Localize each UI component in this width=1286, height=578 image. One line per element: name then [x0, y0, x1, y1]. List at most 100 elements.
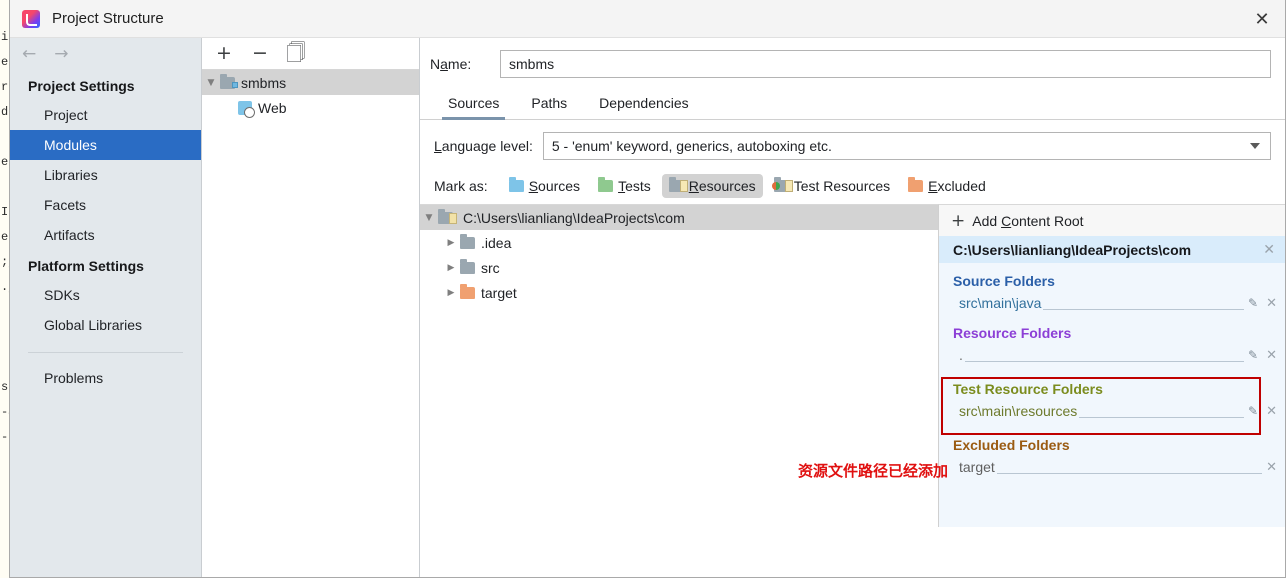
- minus-icon[interactable]: −: [250, 44, 270, 64]
- pencil-icon[interactable]: ✎: [1248, 348, 1258, 362]
- excluded-folder-path: target: [959, 459, 995, 475]
- sidebar-item-project[interactable]: Project: [10, 100, 201, 130]
- mark-as-tests-button[interactable]: Tests: [591, 174, 658, 198]
- resource-folder-entry[interactable]: . ✎ ✕: [939, 343, 1285, 367]
- content-tree-row-src[interactable]: ▶ src: [420, 255, 938, 280]
- mark-as-test-resources-button[interactable]: Test Resources: [767, 174, 897, 198]
- folder-blue-icon: [508, 177, 524, 192]
- settings-sidebar: ← → Project Settings Project Modules Lib…: [10, 38, 202, 577]
- pencil-icon[interactable]: ✎: [1248, 404, 1258, 418]
- module-name-row: Name:: [420, 38, 1285, 86]
- close-icon[interactable]: ✕: [1266, 460, 1277, 475]
- folder-green-icon: [598, 177, 614, 192]
- arrow-right-icon[interactable]: →: [54, 44, 68, 64]
- sidebar-group-project-settings: Project Settings: [28, 78, 135, 94]
- module-settings-panel: Name: Sources Paths Dependencies Languag…: [420, 38, 1285, 577]
- pencil-icon[interactable]: ✎: [1248, 296, 1258, 310]
- mark-as-tests-label: Tests: [618, 178, 651, 194]
- source-folder-entry[interactable]: src\main\java ✎ ✕: [939, 291, 1285, 315]
- chevron-right-icon[interactable]: ▶: [442, 263, 460, 273]
- sidebar-item-sdks[interactable]: SDKs: [10, 280, 201, 310]
- sidebar-item-modules[interactable]: Modules: [10, 130, 201, 160]
- plus-icon: +: [951, 210, 966, 231]
- modules-toolbar: + − 🗍: [202, 38, 419, 70]
- chevron-down-icon[interactable]: [1250, 143, 1260, 149]
- modules-tree-item-label: Web: [258, 99, 287, 116]
- mark-as-sources-button[interactable]: Sources: [502, 174, 587, 198]
- language-level-label: Language level:: [434, 138, 533, 154]
- resource-folder-path: .: [959, 347, 963, 363]
- sidebar-item-problems[interactable]: Problems: [10, 363, 201, 393]
- close-icon[interactable]: ✕: [1266, 296, 1277, 311]
- annotation-text: 资源文件路径已经添加: [798, 462, 949, 480]
- mark-as-excluded-label: Excluded: [928, 178, 986, 194]
- add-content-root-button[interactable]: + Add Content Root: [939, 205, 1285, 236]
- chevron-right-icon[interactable]: ▶: [442, 288, 460, 298]
- source-folder-path: src\main\java: [959, 295, 1042, 311]
- content-tree-row-label: src: [481, 259, 500, 276]
- close-icon[interactable]: ✕: [1239, 0, 1285, 38]
- language-level-select[interactable]: 5 - 'enum' keyword, generics, autoboxing…: [542, 132, 1271, 160]
- content-root-path: C:\Users\lianliang\IdeaProjects\com: [953, 241, 1192, 258]
- modules-tree-item-smbms[interactable]: ▼ smbms: [202, 70, 419, 95]
- folder-orange-icon: [908, 177, 924, 192]
- sidebar-divider: [28, 352, 183, 353]
- project-structure-dialog: Project Structure ✕ ← → Project Settings…: [9, 0, 1286, 578]
- language-level-value: 5 - 'enum' keyword, generics, autoboxing…: [551, 138, 832, 154]
- entry-underline: [1043, 308, 1245, 310]
- chevron-down-icon[interactable]: ▼: [420, 213, 438, 223]
- folder-test-resources-icon: [771, 177, 793, 192]
- module-name-input[interactable]: [500, 50, 1271, 78]
- content-tree-row-label: C:\Users\lianliang\IdeaProjects\com: [463, 209, 685, 226]
- copy-icon[interactable]: 🗍: [286, 44, 306, 64]
- chevron-down-icon[interactable]: ▼: [202, 78, 220, 88]
- content-root-details-panel: + Add Content Root C:\Users\lianliang\Id…: [939, 204, 1285, 527]
- test-resource-folders-title: Test Resource Folders: [953, 381, 1103, 397]
- intellij-idea-icon: [22, 9, 40, 28]
- source-folders-title: Source Folders: [953, 273, 1055, 289]
- chevron-right-icon[interactable]: ▶: [442, 238, 460, 248]
- sidebar-item-libraries[interactable]: Libraries: [10, 160, 201, 190]
- module-tabs: Sources Paths Dependencies: [420, 86, 1285, 120]
- content-tree-row-idea[interactable]: ▶ .idea: [420, 230, 938, 255]
- panel-bottom-filler: [420, 527, 1285, 577]
- test-resource-folder-entry[interactable]: src\main\resources ✎ ✕: [939, 399, 1285, 423]
- close-icon[interactable]: ✕: [1266, 404, 1277, 419]
- dialog-title: Project Structure: [52, 10, 164, 27]
- modules-tree-item-web[interactable]: Web: [202, 95, 419, 120]
- mark-as-excluded-button[interactable]: Excluded: [901, 174, 993, 198]
- mark-as-resources-button[interactable]: Resources: [661, 174, 763, 198]
- module-folder-icon: [220, 73, 238, 89]
- entry-underline: [964, 360, 1245, 362]
- tab-sources[interactable]: Sources: [432, 90, 515, 120]
- entry-underline: [996, 472, 1263, 474]
- folder-gray-icon: [460, 233, 475, 249]
- content-tree-row-label: .idea: [481, 234, 512, 251]
- folder-resources-icon: [438, 208, 457, 224]
- sidebar-item-artifacts[interactable]: Artifacts: [10, 220, 201, 250]
- sidebar-item-facets[interactable]: Facets: [10, 190, 201, 220]
- tab-dependencies[interactable]: Dependencies: [583, 90, 705, 119]
- modules-tree-item-label: smbms: [241, 74, 287, 91]
- excluded-folder-entry[interactable]: target ✕: [939, 455, 1285, 479]
- content-tree-row-root[interactable]: ▼ C:\Users\lianliang\IdeaProjects\com: [420, 205, 938, 230]
- close-icon[interactable]: ✕: [1266, 348, 1277, 363]
- resource-folders-title: Resource Folders: [953, 325, 1072, 341]
- modules-tree: ▼ smbms Web: [202, 70, 419, 577]
- sidebar-nav-arrows: ← →: [10, 38, 201, 70]
- entry-underline: [1079, 416, 1245, 418]
- test-resource-folder-path: src\main\resources: [959, 403, 1078, 419]
- dialog-titlebar: Project Structure ✕: [10, 0, 1285, 38]
- arrow-left-icon[interactable]: ←: [22, 44, 36, 64]
- add-content-root-label: Add Content Root: [972, 212, 1084, 229]
- content-tree-row-label: target: [481, 284, 517, 301]
- language-level-row: Language level: 5 - 'enum' keyword, gene…: [420, 120, 1285, 170]
- folder-orange-icon: [460, 283, 475, 299]
- web-facet-icon: [238, 100, 255, 118]
- content-tree-row-target[interactable]: ▶ target: [420, 280, 938, 305]
- plus-icon[interactable]: +: [214, 44, 234, 64]
- sidebar-item-global-libraries[interactable]: Global Libraries: [10, 310, 201, 340]
- sidebar-group-platform-settings: Platform Settings: [28, 258, 144, 274]
- close-icon[interactable]: ✕: [1263, 242, 1275, 258]
- tab-paths[interactable]: Paths: [515, 90, 583, 119]
